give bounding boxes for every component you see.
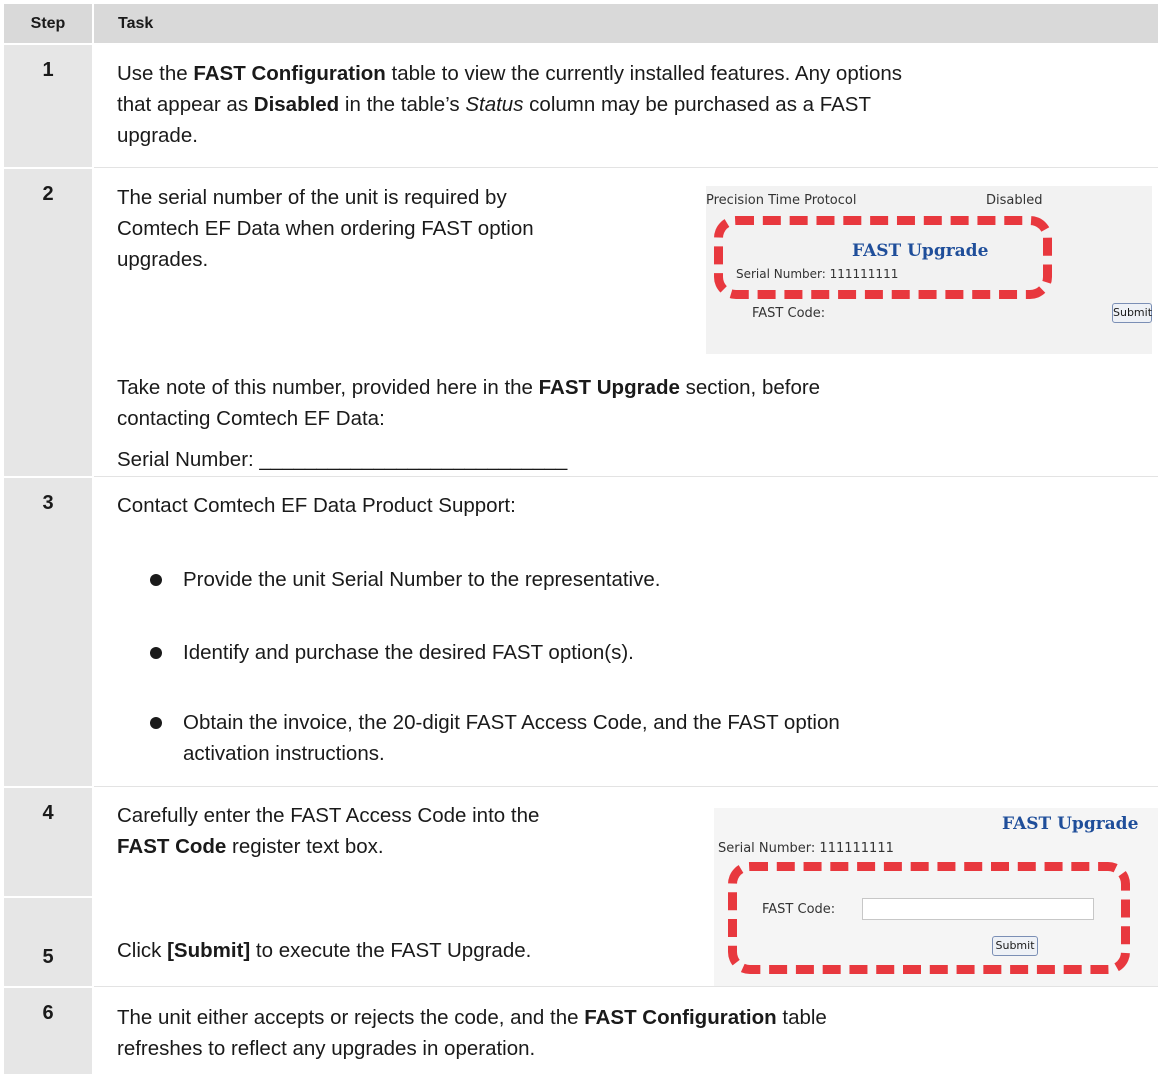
bullet-icon <box>150 647 162 659</box>
step3-bullet: Provide the unit Serial Number to the re… <box>183 568 661 591</box>
fast-upgrade-screenshot-code: FAST Upgrade Serial Number: 111111111 FA… <box>714 808 1158 986</box>
row-divider <box>94 167 1158 168</box>
step3-bullet: Obtain the invoice, the 20-digit FAST Ac… <box>183 711 840 765</box>
ptp-status: Disabled <box>986 193 1043 208</box>
step3-bullet: Identify and purchase the desired FAST o… <box>183 641 634 664</box>
fast-code-label: FAST Code: <box>762 902 836 917</box>
fast-code-label: FAST Code: <box>752 306 826 321</box>
step6-text: The unit either accepts or rejects the c… <box>117 1006 827 1060</box>
step4-text: Carefully enter the FAST Access Code int… <box>117 804 540 858</box>
fast-code-input[interactable] <box>862 898 1094 920</box>
submit-button[interactable]: Submit <box>992 936 1038 956</box>
step-cell-3: 3 <box>4 478 92 786</box>
fast-upgrade-title: FAST Upgrade <box>852 241 989 261</box>
ptp-label: Precision Time Protocol <box>706 193 857 208</box>
step1-text: Use the FAST Configuration table to view… <box>117 62 903 147</box>
row-divider <box>94 476 1158 477</box>
serial-number-readout: Serial Number: 111111111 <box>736 267 899 281</box>
step-cell-1: 1 <box>4 45 92 167</box>
row-divider <box>94 986 1158 987</box>
step2-text: The serial number of the unit is require… <box>117 186 534 271</box>
serial-number-blank: Serial Number: _________________________… <box>117 448 568 471</box>
step-cell-4: 4 <box>4 788 92 896</box>
step2-note: Take note of this number, provided here … <box>117 376 821 430</box>
header-step: Step <box>4 4 92 43</box>
submit-button[interactable]: Submit <box>1112 303 1152 323</box>
row-divider <box>94 786 1158 787</box>
serial-number-readout: Serial Number: 111111111 <box>718 841 894 856</box>
step-cell-5: 5 <box>4 898 92 986</box>
step5-text: Click [Submit] to execute the FAST Upgra… <box>117 939 532 962</box>
bullet-icon <box>150 717 162 729</box>
table-header: Step Task <box>0 4 1158 43</box>
step-cell-2: 2 <box>4 169 92 476</box>
bullet-icon <box>150 574 162 586</box>
header-task: Task <box>94 4 1158 43</box>
fast-upgrade-screenshot-serial: Precision Time Protocol Disabled FAST Up… <box>706 186 1152 354</box>
step3-intro: Contact Comtech EF Data Product Support: <box>117 494 516 517</box>
fast-upgrade-title: FAST Upgrade <box>1002 814 1139 834</box>
step-cell-6: 6 <box>4 988 92 1074</box>
